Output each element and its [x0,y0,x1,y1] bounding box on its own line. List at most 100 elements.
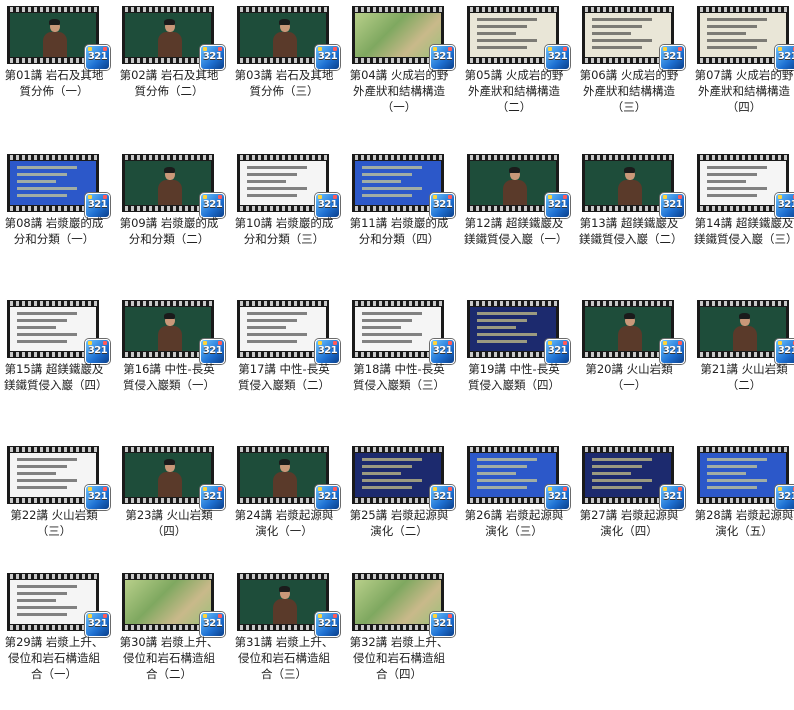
lecture-video-item[interactable]: 321 第25講 岩漿起源與演化（二） [349,443,461,583]
lecture-video-item[interactable]: 321 第28講 岩漿起源與演化（五） [694,443,794,583]
lecture-video-item[interactable]: 321 第06講 火成岩的野外產狀和結構構造（三） [579,3,691,143]
lecture-video-item[interactable]: 321 第12講 超鎂鐵巖及鎂鐵質侵入巖（一） [464,151,576,291]
lecture-title: 第32講 岩漿上升、侵位和岩石構造組合（四） [349,635,449,681]
video-file-icon-label: 321 [202,51,223,62]
video-frame-preview [355,13,441,57]
video-frame-preview [125,453,211,497]
video-thumbnail-grid: 321 第01講 岩石及其地質分佈（一） 321 第02講 岩石及其地質分佈（二） 32… [0,0,794,705]
lecture-title: 第03講 岩石及其地質分佈（三） [234,68,334,98]
lecture-video-item[interactable]: 321 第04講 火成岩的野外產狀和結構構造（一） [349,3,461,143]
lecture-title: 第29講 岩漿上升、侵位和岩石構造組合（一） [4,635,104,681]
film-strip-edge [582,7,674,12]
lecturer-figure [42,19,67,57]
film-strip-edge [352,7,444,12]
lecture-video-item[interactable]: 321 第32講 岩漿上升、侵位和岩石構造組合（四） [349,570,461,710]
lecture-video-item[interactable]: 321 第14講 超鎂鐵巖及鎂鐵質侵入巖（三） [694,151,794,291]
film-strip-edge [697,447,789,452]
lecturer-figure [157,19,182,57]
lecturer-figure [157,459,182,497]
film-strip-edge [7,7,99,12]
lecture-video-item[interactable]: 321 第08講 岩漿巖的成分和分類（一） [4,151,116,291]
film-strip-edge [237,447,329,452]
lecture-video-item[interactable]: 321 第13講 超鎂鐵巖及鎂鐵質侵入巖（二） [579,151,691,291]
film-strip-edge [582,301,674,306]
lecture-title: 第02講 岩石及其地質分佈（二） [119,68,219,98]
lecturer-figure [272,586,297,624]
lecture-video-item[interactable]: 321 第15講 超鎂鐵巖及鎂鐵質侵入巖（四） [4,297,116,437]
video-frame-preview [240,13,326,57]
video-file-icon-label: 321 [432,345,453,356]
film-strip-edge [122,447,214,452]
video-file-icon-label: 321 [547,51,568,62]
lecture-video-item[interactable]: 321 第10講 岩漿巖的成分和分類（三） [234,151,346,291]
lecture-video-item[interactable]: 321 第31講 岩漿上升、侵位和岩石構造組合（三） [234,570,346,710]
lecture-video-item[interactable]: 321 第23講 火山岩類（四） [119,443,231,583]
lecture-video-item[interactable]: 321 第01講 岩石及其地質分佈（一） [4,3,116,143]
video-file-icon-label: 321 [547,199,568,210]
video-file-icon-label: 321 [202,345,223,356]
lecture-video-item[interactable]: 321 第11講 岩漿巖的成分和分類（四） [349,151,461,291]
lecture-title: 第26講 岩漿起源與演化（三） [464,508,564,538]
lecturer-figure [502,167,527,205]
video-file-icon-label: 321 [87,618,108,629]
video-file-icon-label: 321 [317,491,338,502]
film-strip-edge [237,155,329,160]
video-frame-preview [125,307,211,351]
film-strip-edge [122,301,214,306]
lecture-video-item[interactable]: 321 第30講 岩漿上升、侵位和岩石構造組合（二） [119,570,231,710]
video-frame-preview [700,13,786,57]
lecturer-figure [617,167,642,205]
lecture-video-item[interactable]: 321 第29講 岩漿上升、侵位和岩石構造組合（一） [4,570,116,710]
lecture-video-item[interactable]: 321 第19講 中性-長英質侵入巖類（四） [464,297,576,437]
lecture-video-item[interactable]: 321 第09講 岩漿巖的成分和分類（二） [119,151,231,291]
video-file-icon-label: 321 [202,618,223,629]
lecture-video-item[interactable]: 321 第16講 中性-長英質侵入巖類（一） [119,297,231,437]
video-file-icon-label: 321 [547,345,568,356]
lecture-video-item[interactable]: 321 第02講 岩石及其地質分佈（二） [119,3,231,143]
video-frame-preview [125,580,211,624]
film-strip-edge [582,155,674,160]
film-strip-edge [352,155,444,160]
video-frame-preview [240,580,326,624]
lecture-video-item[interactable]: 321 第05講 火成岩的野外產狀和結構構造（二） [464,3,576,143]
lecture-title: 第01講 岩石及其地質分佈（一） [4,68,104,98]
lecture-video-item[interactable]: 321 第20講 火山岩類（一） [579,297,691,437]
lecture-video-item[interactable]: 321 第26講 岩漿起源與演化（三） [464,443,576,583]
film-strip-edge [237,7,329,12]
lecture-video-item[interactable]: 321 第21講 火山岩類（二） [694,297,794,437]
video-frame-preview [355,161,441,205]
video-file-icon-label: 321 [317,51,338,62]
lecture-video-item[interactable]: 321 第07講 火成岩的野外產狀和結構構造（四） [694,3,794,143]
video-file-icon-label: 321 [662,345,683,356]
video-file-icon-label: 321 [202,491,223,502]
video-file-icon-label: 321 [317,345,338,356]
video-file-icon-label: 321 [87,51,108,62]
video-frame-preview [10,580,96,624]
video-file-icon-label: 321 [547,491,568,502]
video-frame-preview [470,453,556,497]
lecture-video-item[interactable]: 321 第22講 火山岩類（三） [4,443,116,583]
lecture-title: 第22講 火山岩類（三） [10,508,98,538]
video-frame-preview [10,307,96,351]
video-frame-preview [585,161,671,205]
lecture-video-item[interactable]: 321 第03講 岩石及其地質分佈（三） [234,3,346,143]
lecture-video-item[interactable]: 321 第17講 中性-長英質侵入巖類（二） [234,297,346,437]
lecture-title: 第04講 火成岩的野外產狀和結構構造（一） [349,68,449,114]
lecture-title: 第07講 火成岩的野外產狀和結構構造（四） [694,68,794,114]
lecture-video-item[interactable]: 321 第27講 岩漿起源與演化（四） [579,443,691,583]
film-strip-edge [352,574,444,579]
lecture-title: 第27講 岩漿起源與演化（四） [579,508,679,538]
video-file-icon-label: 321 [777,51,794,62]
lecture-video-item[interactable]: 321 第24講 岩漿起源與演化（一） [234,443,346,583]
film-strip-edge [122,7,214,12]
film-strip-edge [122,155,214,160]
lecturer-figure [157,313,182,351]
lecture-title: 第14講 超鎂鐵巖及鎂鐵質侵入巖（三） [694,216,794,246]
video-frame-preview [125,161,211,205]
film-strip-edge [467,155,559,160]
video-file-icon-label: 321 [662,491,683,502]
lecture-title: 第20講 火山岩類（一） [585,362,673,392]
video-file-icon-label: 321 [432,51,453,62]
lecture-video-item[interactable]: 321 第18講 中性-長英質侵入巖類（三） [349,297,461,437]
film-strip-edge [697,155,789,160]
